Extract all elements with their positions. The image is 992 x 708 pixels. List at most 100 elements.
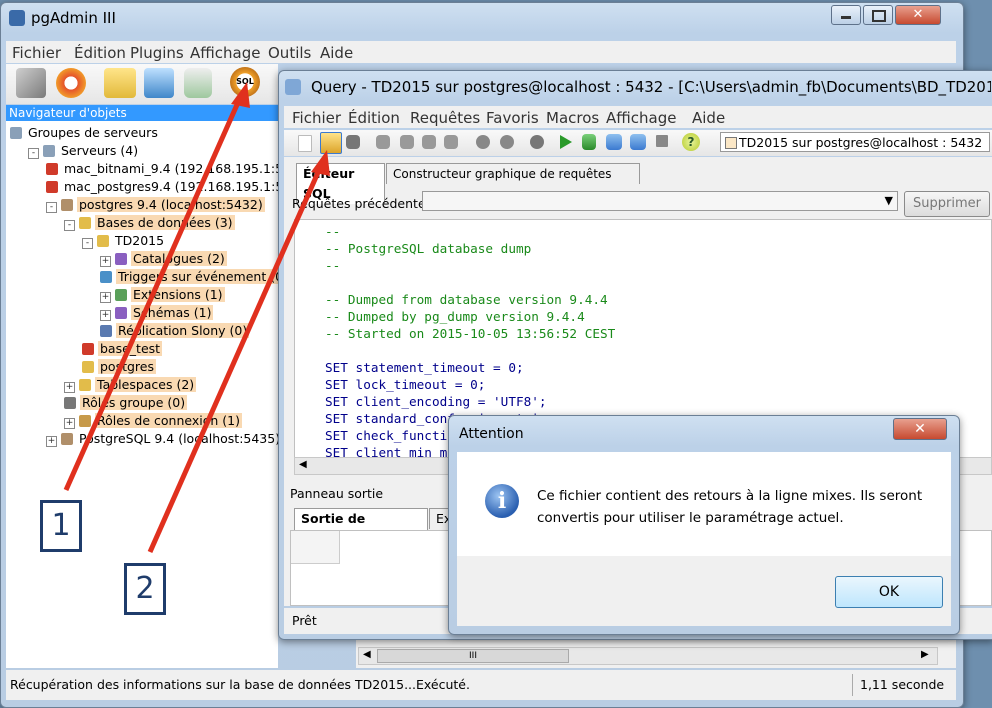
server-icon	[61, 433, 73, 445]
code-line: SET client_encoding = 'UTF8';	[325, 394, 547, 409]
tree-item[interactable]: Réplication Slony (0)	[100, 322, 250, 340]
tab-graphical-builder[interactable]: Constructeur graphique de requêtes	[386, 163, 640, 184]
pg-menu-3[interactable]: Affichage	[190, 44, 260, 62]
tree-item-label: mac_bitnami_9.4 (192.168.195.1:54	[64, 161, 292, 176]
expand-icon[interactable]: +	[64, 418, 75, 429]
q-menu-0[interactable]: Fichier	[292, 109, 341, 127]
tree-item[interactable]: Triggers sur événement (0	[100, 268, 286, 286]
collapse-icon[interactable]: -	[64, 220, 75, 231]
plug-connect-icon[interactable]	[16, 68, 46, 98]
tree-item[interactable]: - postgres 9.4 (localhost:5432)	[46, 196, 265, 214]
tree-item-label: postgres	[98, 359, 156, 374]
tree-item-label: Extensions (1)	[131, 287, 225, 302]
tree-item[interactable]: mac_bitnami_9.4 (192.168.195.1:54	[46, 160, 293, 178]
scroll-thumb[interactable]: III	[377, 649, 569, 663]
tree-item[interactable]: - Serveurs (4)	[28, 142, 140, 160]
pgadmin-title: pgAdmin III	[31, 9, 116, 27]
tree-item[interactable]: + Tablespaces (2)	[64, 376, 197, 394]
folders-icon[interactable]	[104, 68, 136, 98]
tree-item[interactable]: + PostgreSQL 9.4 (localhost:5435)	[46, 430, 282, 448]
tree-item[interactable]: - TD2015	[82, 232, 166, 250]
help-icon[interactable]: ?	[682, 133, 700, 151]
tree-item[interactable]: Rôles groupe (0)	[64, 394, 188, 412]
copy-tables-icon[interactable]	[144, 68, 174, 98]
execute-to-file-icon[interactable]	[606, 134, 622, 150]
expand-icon[interactable]: +	[100, 292, 111, 303]
dialog-close-button[interactable]: ✕	[893, 418, 947, 440]
pg-menu-0[interactable]: Fichier	[12, 44, 61, 62]
pg-menu-5[interactable]: Aide	[320, 44, 353, 62]
paste-icon[interactable]	[422, 135, 436, 149]
tree-item[interactable]: Groupes de serveurs	[10, 124, 160, 142]
query-titlebar[interactable]: Query - TD2015 sur postgres@localhost : …	[279, 71, 992, 101]
tree-item[interactable]: mac_postgres9.4 (192.168.195.1:54	[46, 178, 293, 196]
scroll-left-icon[interactable]: ◀	[363, 649, 371, 660]
tree-item[interactable]: + Catalogues (2)	[100, 250, 227, 268]
find-icon[interactable]	[530, 135, 544, 149]
refresh-icon[interactable]	[56, 68, 86, 98]
query-status-text: Prêt	[292, 613, 317, 628]
dialog-titlebar[interactable]: Attention ✕	[449, 416, 959, 446]
minimize-button[interactable]	[831, 5, 861, 25]
previous-queries-select[interactable]: ▼	[422, 191, 898, 211]
open-file-icon[interactable]	[320, 132, 342, 154]
q-menu-2[interactable]: Requêtes	[410, 109, 480, 127]
pg-menu-2[interactable]: Plugins	[130, 44, 184, 62]
collapse-icon[interactable]: -	[28, 148, 39, 159]
new-file-icon[interactable]	[298, 135, 312, 152]
dialog-message-line2: convertis pour utiliser le paramétrage a…	[537, 510, 844, 526]
undo-icon[interactable]	[476, 135, 490, 149]
collapse-icon[interactable]: -	[82, 238, 93, 249]
tree-item[interactable]: base_test	[82, 340, 163, 358]
server-disconnected-icon	[46, 181, 58, 193]
grid-header-cell	[291, 531, 340, 564]
delete-button[interactable]: Supprimer	[904, 191, 990, 217]
execute-icon[interactable]	[560, 135, 572, 149]
pg-menu-4[interactable]: Outils	[268, 44, 311, 62]
tree-item[interactable]: + Extensions (1)	[100, 286, 225, 304]
scroll-right-icon[interactable]: ▶	[921, 649, 929, 660]
expand-icon[interactable]: +	[100, 310, 111, 321]
q-menu-1[interactable]: Édition	[348, 109, 400, 127]
pg-menu-1[interactable]: Édition	[74, 44, 126, 62]
tree-item[interactable]: + Rôles de connexion (1)	[64, 412, 242, 430]
q-menu-4[interactable]: Macros	[546, 109, 599, 127]
previous-queries-label: Requêtes précédentes	[292, 196, 433, 211]
tree-item[interactable]: postgres	[82, 358, 156, 376]
recycle-bin-icon[interactable]	[184, 68, 212, 98]
tree-item-label: base_test	[98, 341, 163, 356]
tree-item[interactable]: - Bases de données (3)	[64, 214, 235, 232]
dialog-footer: OK	[457, 556, 951, 626]
pgadmin-toolbar: SQL	[6, 64, 278, 104]
sql-query-icon[interactable]: SQL	[230, 67, 260, 97]
execute-pgscript-icon[interactable]	[582, 134, 596, 150]
cut-icon[interactable]	[376, 135, 390, 149]
expand-icon[interactable]: +	[64, 382, 75, 393]
connection-color-icon	[725, 137, 737, 149]
expand-icon[interactable]: +	[46, 436, 57, 447]
query-app-icon	[285, 79, 301, 95]
tree-item[interactable]: + Schémas (1)	[100, 304, 214, 322]
pgadmin-titlebar[interactable]: pgAdmin III ✕	[1, 3, 963, 33]
redo-icon[interactable]	[500, 135, 514, 149]
stop-icon[interactable]	[656, 135, 668, 147]
connection-select[interactable]: TD2015 sur postgres@localhost : 5432	[720, 132, 990, 152]
tree-item-label: Catalogues (2)	[131, 251, 227, 266]
clear-icon[interactable]	[444, 135, 458, 149]
server-disconnected-icon	[46, 163, 58, 175]
expand-icon[interactable]: +	[100, 256, 111, 267]
hscrollbar[interactable]: ◀ III ▶	[358, 647, 938, 665]
q-menu-5[interactable]: Affichage	[606, 109, 676, 127]
pgadmin-menubar: Fichier Édition Plugins Affichage Outils Aide	[6, 41, 956, 63]
query-toolbar: ? TD2015 sur postgres@localhost : 5432	[284, 130, 992, 156]
collapse-icon[interactable]: -	[46, 202, 57, 213]
q-menu-3[interactable]: Favoris	[486, 109, 539, 127]
save-icon[interactable]	[346, 135, 360, 149]
ok-button[interactable]: OK	[835, 576, 943, 608]
q-menu-6[interactable]: Aide	[692, 109, 725, 127]
close-button[interactable]: ✕	[895, 5, 941, 25]
explain-icon[interactable]	[630, 134, 646, 150]
maximize-button[interactable]	[863, 5, 893, 25]
copy-icon[interactable]	[400, 135, 414, 149]
